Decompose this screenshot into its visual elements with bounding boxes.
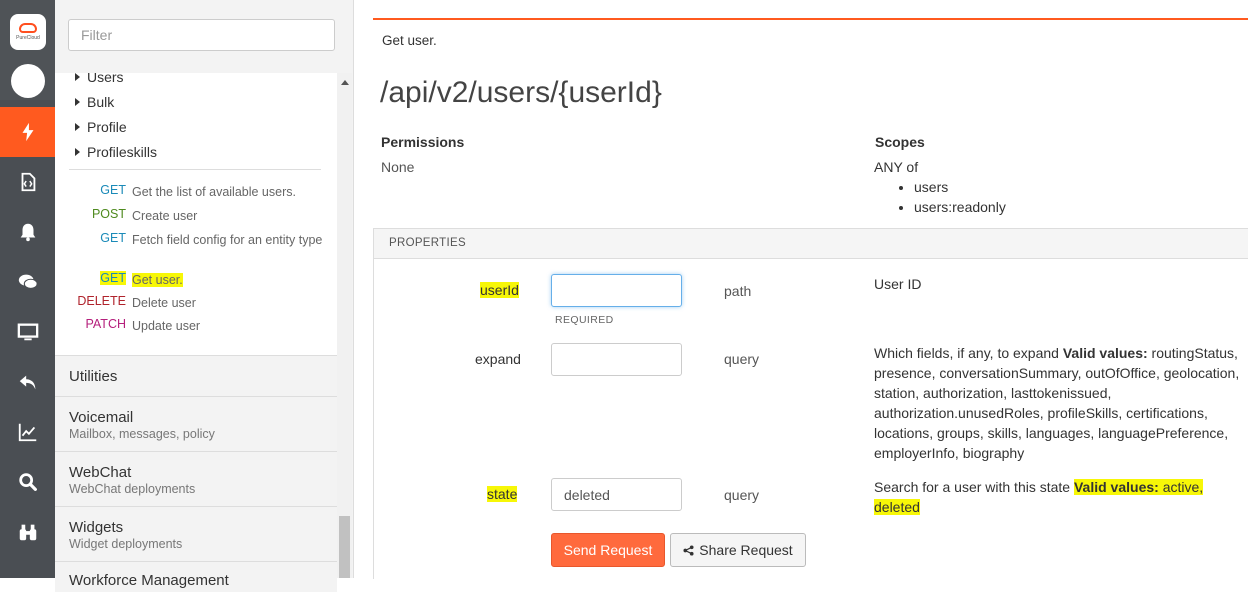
param-name-expand: expand [475,351,521,367]
rail-item-monitor[interactable] [0,307,55,357]
rail-item-search[interactable] [0,457,55,507]
send-request-button[interactable]: Send Request [551,533,665,567]
rail-item-binoculars[interactable] [0,507,55,557]
section-subtitle: Mailbox, messages, policy [69,427,215,441]
nav-section-workforce-management[interactable]: Workforce Management [55,561,337,592]
param-type: query [724,487,760,503]
caret-right-icon [75,148,80,156]
divider [69,169,321,170]
param-name-userid: userId [480,282,519,298]
rail-item-chat[interactable] [0,257,55,307]
required-label: REQUIRED [555,314,614,326]
binoculars-icon [19,524,36,541]
folder-users[interactable]: Users [75,73,124,85]
nav-section-webchat[interactable]: WebChat WebChat deployments [55,451,337,507]
scroll-up-arrow-icon[interactable] [341,80,349,85]
accent-line [373,18,1248,20]
nav-section-widgets[interactable]: Widgets Widget deployments [55,506,337,562]
share-icon [683,544,694,556]
section-title: Utilities [69,368,118,385]
param-description: Search for a user with this state Valid … [874,479,1204,515]
param-description: User ID [874,276,922,292]
scope-item: users:readonly [914,197,1006,217]
code-file-icon [21,172,35,192]
scopes-heading: Scopes [875,134,925,150]
rail-item-code[interactable] [0,157,55,207]
nav-section-voicemail[interactable]: Voicemail Mailbox, messages, policy [55,396,337,452]
op-description: Delete user [132,296,196,310]
folder-bulk[interactable]: Bulk [75,94,114,110]
op-description: Fetch field config for an entity type [132,233,323,247]
param-name-state: state [487,486,518,502]
permissions-heading: Permissions [381,134,465,150]
rail-item-notifications[interactable] [0,207,55,257]
caret-right-icon [75,73,80,81]
http-verb: DELETE [77,294,126,308]
chat-icon [18,274,38,289]
icon-rail: PureCloud [0,0,55,578]
share-request-button[interactable]: Share Request [670,533,806,567]
expand-input[interactable] [551,343,682,376]
api-nav-panel: Users Bulk Profile Profileskills GET Get… [55,0,354,592]
section-title: Voicemail [69,409,134,426]
http-verb: GET [100,183,126,197]
lightning-icon [22,122,33,142]
rail-item-reply[interactable] [0,357,55,407]
scroll-thumb[interactable] [339,516,350,578]
section-subtitle: WebChat deployments [69,482,196,496]
section-title: Widgets [69,519,124,536]
section-title: Workforce Management [69,572,229,589]
http-verb: POST [91,207,126,221]
reply-icon [19,375,35,390]
caret-right-icon [75,123,80,131]
share-request-label: Share Request [699,542,793,558]
endpoint-path: /api/v2/users/{userId} [380,76,662,109]
logo-text: PureCloud [16,35,40,41]
properties-label: PROPERTIES [389,237,466,249]
folder-profile[interactable]: Profile [75,119,127,135]
operation-detail: Get user. /api/v2/users/{userId} Permiss… [373,0,1248,579]
folder-profileskills[interactable]: Profileskills [75,144,157,160]
rail-item-api-explorer[interactable] [0,107,55,157]
filter-input[interactable] [68,19,335,51]
op-description: Update user [132,319,201,333]
properties-panel: PROPERTIES userId REQUIRED path User ID … [373,228,1248,579]
http-verb: GET [100,231,126,245]
http-verb: GET [100,271,126,285]
purecloud-logo[interactable]: PureCloud [10,14,46,50]
state-input[interactable] [551,478,682,511]
section-subtitle: Widget deployments [69,537,183,551]
operation-summary: Get user. [382,33,437,48]
caret-right-icon [75,98,80,106]
search-icon [18,473,37,491]
userid-input[interactable] [551,274,682,307]
op-description: Create user [132,209,198,223]
permissions-value: None [381,159,415,175]
param-type: query [724,351,760,367]
avatar[interactable] [11,64,45,98]
rail-item-analytics[interactable] [0,407,55,457]
properties-header: PROPERTIES [374,229,1248,259]
param-type: path [724,283,752,299]
op-description: Get user. [132,273,183,287]
scope-item: users [914,177,1006,197]
monitor-icon [17,323,38,341]
section-title: WebChat [69,464,132,481]
cloud-icon [19,23,37,33]
op-description: Get the list of available users. [132,185,296,199]
http-verb: PATCH [85,317,126,331]
bell-icon [20,223,35,242]
scopes-any: ANY of [874,159,919,175]
chart-icon [18,423,36,442]
scopes-list: users users:readonly [894,177,1006,217]
api-tree: Users Bulk Profile Profileskills GET Get… [55,73,337,356]
nav-section-utilities[interactable]: Utilities [55,355,337,397]
nav-scrollbar[interactable] [337,73,352,578]
param-description: Which fields, if any, to expand Valid va… [874,345,1240,461]
